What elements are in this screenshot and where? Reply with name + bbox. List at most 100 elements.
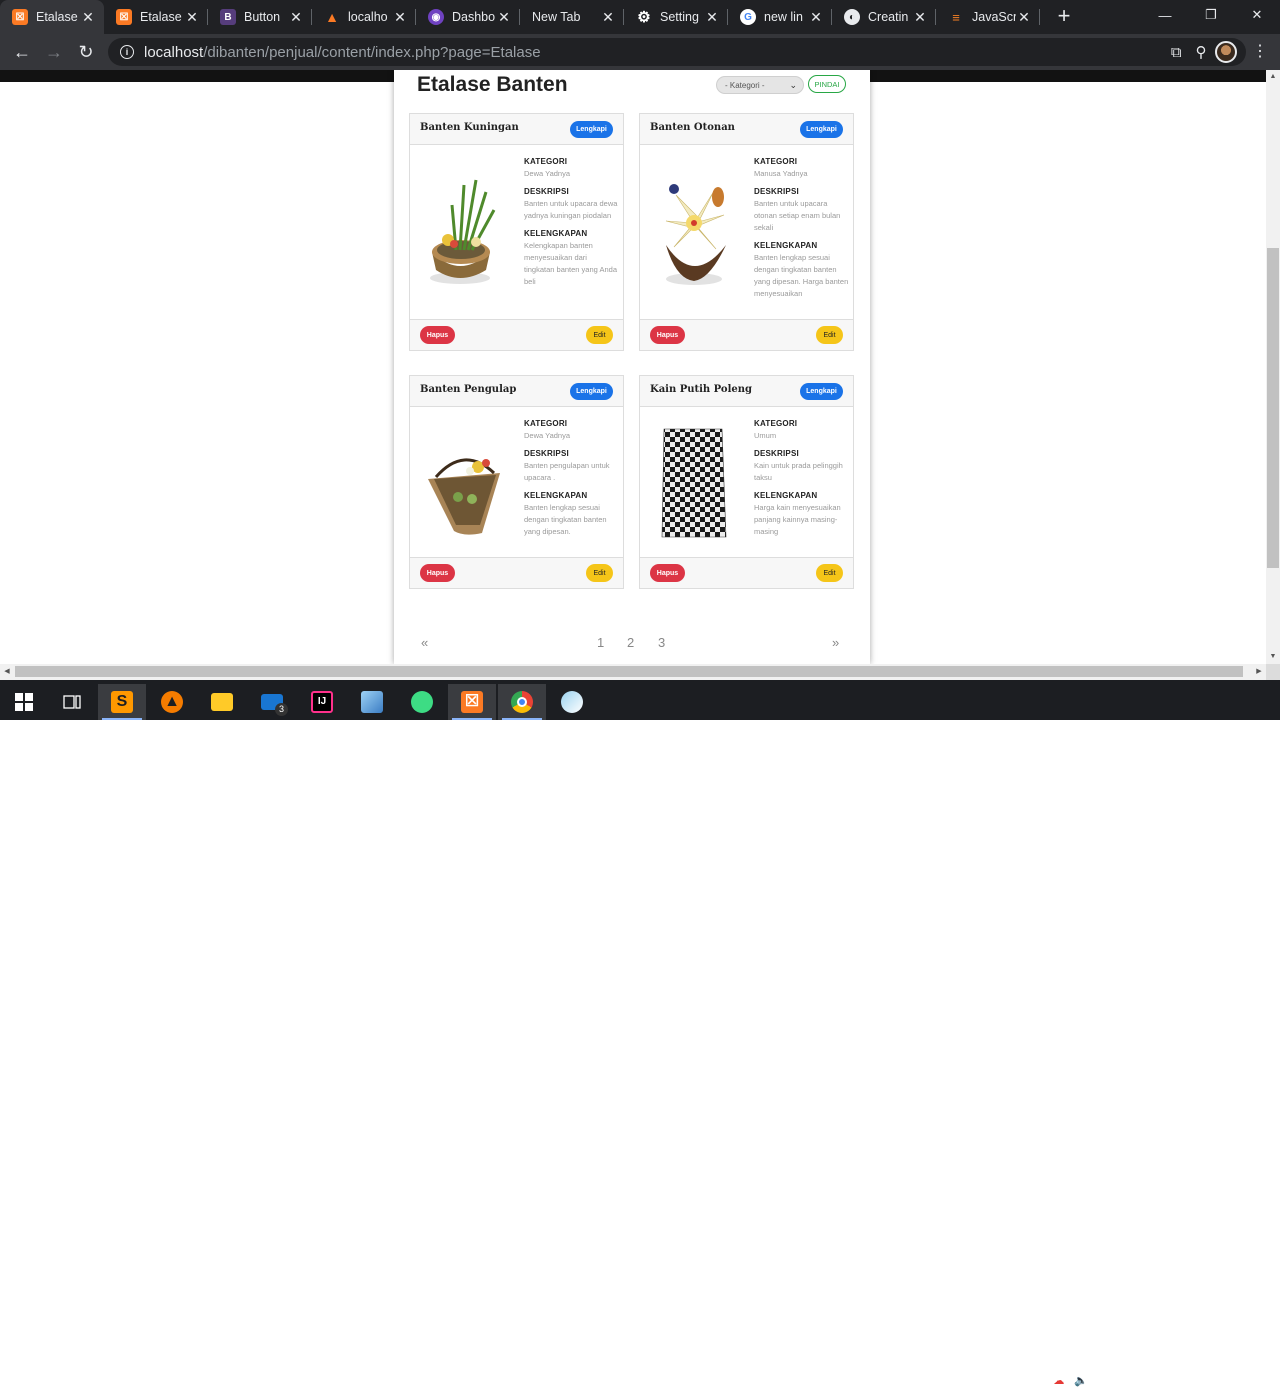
- delete-button[interactable]: Hapus: [650, 564, 685, 582]
- horizontal-scroll-thumb[interactable]: [15, 666, 1243, 677]
- xampp-icon: ☒: [116, 9, 132, 25]
- tab-etalase[interactable]: ☒ Etalase ✕: [104, 0, 208, 34]
- address-bar[interactable]: i localhost/dibanten/penjual/content/ind…: [108, 38, 1246, 66]
- paint-icon[interactable]: [548, 684, 596, 720]
- card-header: Kain Putih Poleng Lengkapi: [640, 376, 853, 407]
- xampp-icon[interactable]: ☒: [448, 684, 496, 720]
- new-tab-button[interactable]: +: [1050, 3, 1078, 31]
- back-icon[interactable]: ←: [6, 36, 38, 68]
- xampp-icon: ☒: [12, 9, 28, 25]
- close-tab-icon[interactable]: ✕: [288, 9, 304, 26]
- intellij-icon[interactable]: IJ: [298, 684, 346, 720]
- reload-icon[interactable]: ↻: [70, 36, 102, 68]
- page-link-1[interactable]: 1: [597, 635, 604, 650]
- chrome-menu-icon[interactable]: ⋮: [1252, 41, 1268, 63]
- vertical-scrollbar[interactable]: ▲ ▼: [1266, 70, 1280, 664]
- pagination-prev[interactable]: «: [421, 635, 428, 650]
- google-icon: G: [740, 9, 756, 25]
- close-tab-icon[interactable]: ✕: [1016, 9, 1032, 26]
- product-info: KATEGORI Dewa Yadnya DESKRIPSI Banten un…: [524, 157, 619, 295]
- tab-creating[interactable]: ◐ Creatin ✕: [832, 0, 936, 34]
- scroll-left-icon[interactable]: ◀: [0, 665, 14, 679]
- kategori-value: Dewa Yadnya: [524, 431, 571, 440]
- scan-button[interactable]: PINDAI: [808, 75, 846, 93]
- kelengkapan-value: Harga kain menyesuaikan panjang kainnya …: [754, 503, 841, 536]
- chrome-icon[interactable]: [498, 684, 546, 720]
- page-title: Etalase Banten: [417, 73, 568, 96]
- wifi-icon[interactable]: ◜: [1098, 1374, 1102, 1387]
- edit-button[interactable]: Edit: [586, 326, 613, 344]
- close-tab-icon[interactable]: ✕: [392, 9, 408, 26]
- translate-icon[interactable]: ⧉: [1171, 44, 1182, 61]
- file-explorer-icon[interactable]: [198, 684, 246, 720]
- tab-javascript[interactable]: ≡ JavaScr ✕: [936, 0, 1040, 34]
- category-select[interactable]: - Kategori - ⌄: [716, 76, 804, 94]
- close-tab-icon[interactable]: ✕: [912, 9, 928, 26]
- restore-icon[interactable]: ❐: [1188, 0, 1234, 30]
- edit-button[interactable]: Edit: [816, 564, 843, 582]
- tab-title: localho: [348, 10, 388, 24]
- minimize-icon[interactable]: —: [1142, 0, 1188, 30]
- system-clock[interactable]: 1:00 24/06/2020: [1152, 1364, 1226, 1398]
- sublime-text-icon[interactable]: S: [98, 684, 146, 720]
- action-center-icon[interactable]: ▭ 5: [1238, 1370, 1260, 1394]
- page-viewport: Etalase Banten - Kategori - ⌄ PINDAI Ban…: [0, 70, 1266, 664]
- product-card: Banten Pengulap Lengkapi KATEGORI Dewa Y…: [409, 375, 624, 589]
- complete-button[interactable]: Lengkapi: [570, 383, 613, 400]
- android-studio-icon[interactable]: [398, 684, 446, 720]
- tab-new-link[interactable]: G new lin ✕: [728, 0, 832, 34]
- horizontal-scrollbar[interactable]: ◀ ▶: [0, 664, 1266, 680]
- edit-button[interactable]: Edit: [586, 564, 613, 582]
- close-tab-icon[interactable]: ✕: [80, 9, 96, 26]
- delete-button[interactable]: Hapus: [650, 326, 685, 344]
- task-view-icon[interactable]: [48, 684, 96, 720]
- scroll-down-icon[interactable]: ▼: [1266, 650, 1280, 664]
- volume-icon[interactable]: 🔈: [1074, 1374, 1088, 1387]
- battery-icon[interactable]: ▭: [1033, 1374, 1043, 1387]
- forward-icon[interactable]: →: [38, 36, 70, 68]
- complete-button[interactable]: Lengkapi: [800, 121, 843, 138]
- tab-new-tab[interactable]: New Tab ✕: [520, 0, 624, 34]
- tab-title: Button: [244, 10, 281, 24]
- vertical-scroll-thumb[interactable]: [1267, 248, 1279, 568]
- cloud-icon[interactable]: ☁: [1112, 1374, 1123, 1387]
- tab-button[interactable]: B Button ✕: [208, 0, 312, 34]
- close-tab-icon[interactable]: ✕: [184, 9, 200, 26]
- complete-button[interactable]: Lengkapi: [800, 383, 843, 400]
- site-info-icon[interactable]: i: [120, 45, 134, 59]
- onedrive-error-icon[interactable]: ☁: [1053, 1374, 1064, 1387]
- product-info: KATEGORI Umum DESKRIPSI Kain untuk prada…: [754, 419, 849, 545]
- close-tab-icon[interactable]: ✕: [704, 9, 720, 26]
- page-link-2[interactable]: 2: [627, 635, 634, 650]
- close-tab-icon[interactable]: ✕: [808, 9, 824, 26]
- kategori-label: KATEGORI: [524, 157, 568, 166]
- close-tab-icon[interactable]: ✕: [496, 9, 512, 26]
- windows-start-icon[interactable]: [0, 684, 48, 720]
- product-name: Banten Pengulap: [420, 384, 517, 395]
- xampp-logo-icon: ▲: [325, 9, 339, 25]
- avast-icon[interactable]: ▲: [148, 684, 196, 720]
- complete-button[interactable]: Lengkapi: [570, 121, 613, 138]
- tab-settings[interactable]: ⚙ Setting ✕: [624, 0, 728, 34]
- pagination-next[interactable]: »: [832, 635, 839, 650]
- zoom-icon[interactable]: ⚲: [1196, 43, 1207, 61]
- edit-button[interactable]: Edit: [816, 326, 843, 344]
- scroll-right-icon[interactable]: ▶: [1252, 665, 1266, 679]
- product-image: [428, 458, 500, 535]
- page-link-3[interactable]: 3: [658, 635, 665, 650]
- virtualbox-icon[interactable]: [348, 684, 396, 720]
- tab-dashboard[interactable]: ◉ Dashbo ✕: [416, 0, 520, 34]
- tab-title: JavaScr: [972, 10, 1016, 24]
- close-tab-icon[interactable]: ✕: [600, 9, 616, 26]
- chevron-up-icon[interactable]: ︿: [1012, 1372, 1023, 1388]
- kategori-label: KATEGORI: [524, 419, 568, 428]
- close-window-icon[interactable]: ✕: [1234, 0, 1280, 30]
- scroll-up-icon[interactable]: ▲: [1266, 70, 1280, 84]
- kelengkapan-label: KELENGKAPAN: [754, 491, 818, 500]
- profile-avatar[interactable]: [1215, 41, 1237, 63]
- delete-button[interactable]: Hapus: [420, 564, 455, 582]
- tab-localhost[interactable]: ▲ localho ✕: [312, 0, 416, 34]
- tab-etalase-active[interactable]: ☒ Etalase ✕: [0, 0, 104, 34]
- delete-button[interactable]: Hapus: [420, 326, 455, 344]
- mail-icon[interactable]: 3: [248, 684, 296, 720]
